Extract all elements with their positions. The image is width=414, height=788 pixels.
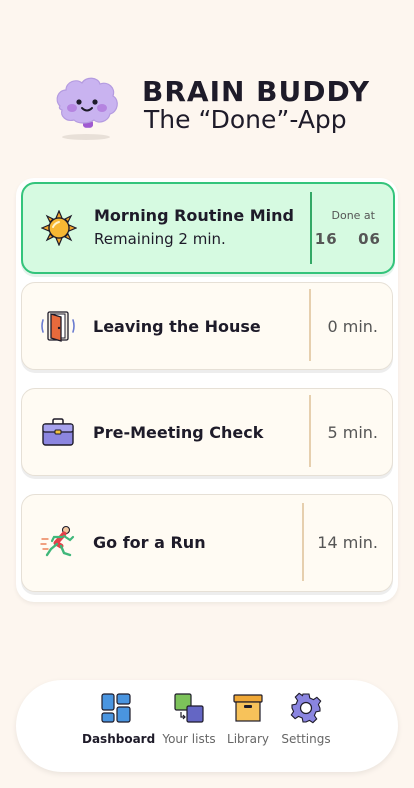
door-exit-icon	[41, 311, 75, 342]
dashboard-icon	[101, 693, 131, 723]
nav-library[interactable]: Library	[224, 692, 272, 746]
routine-duration: 0 min.	[327, 317, 378, 336]
card-divider	[309, 395, 311, 467]
gear-icon	[290, 692, 322, 724]
nav-settings[interactable]: Settings	[276, 692, 336, 746]
nav-label: Your lists	[162, 732, 216, 746]
routine-list: Morning Routine Mind Remaining 2 min. Do…	[16, 178, 398, 602]
nav-your-lists[interactable]: Your lists	[158, 692, 220, 746]
done-at-label: Done at	[331, 209, 376, 222]
routine-title: Go for a Run	[93, 533, 206, 552]
done-at-time: 16 06	[315, 230, 381, 248]
app-title: BRAIN BUDDY	[142, 75, 370, 108]
routine-card-morning[interactable]: Morning Routine Mind Remaining 2 min. Do…	[21, 182, 395, 274]
card-divider	[302, 503, 304, 581]
routine-title: Leaving the House	[93, 317, 261, 336]
brain-mascot-icon	[56, 77, 118, 140]
runner-icon	[40, 525, 75, 557]
nav-dashboard[interactable]: Dashboard	[82, 692, 156, 746]
routine-duration: 5 min.	[327, 423, 378, 442]
routine-card-run[interactable]: Go for a Run 14 min.	[21, 494, 393, 592]
routine-duration: 14 min.	[317, 533, 378, 552]
briefcase-icon	[42, 418, 74, 446]
nav-label: Dashboard	[82, 732, 156, 746]
done-hour: 16	[314, 230, 338, 248]
nav-label: Library	[227, 732, 269, 746]
done-minute: 06	[358, 230, 381, 248]
card-divider	[309, 289, 311, 361]
lists-icon	[174, 693, 204, 723]
nav-label: Settings	[281, 732, 331, 746]
routine-title: Morning Routine Mind	[94, 206, 294, 225]
app-subtitle: The “Done”-App	[144, 105, 347, 134]
routine-title: Pre-Meeting Check	[93, 423, 264, 442]
routine-remaining: Remaining 2 min.	[94, 230, 226, 248]
card-divider	[310, 192, 312, 264]
routine-card-pre-meeting[interactable]: Pre-Meeting Check 5 min.	[21, 388, 393, 476]
sun-icon	[41, 210, 77, 246]
bottom-nav: Dashboard Your lists Library Settings	[16, 680, 398, 772]
library-box-icon	[233, 694, 263, 722]
app-header: BRAIN BUDDY The “Done”-App	[0, 60, 414, 150]
routine-card-leaving-house[interactable]: Leaving the House 0 min.	[21, 282, 393, 370]
